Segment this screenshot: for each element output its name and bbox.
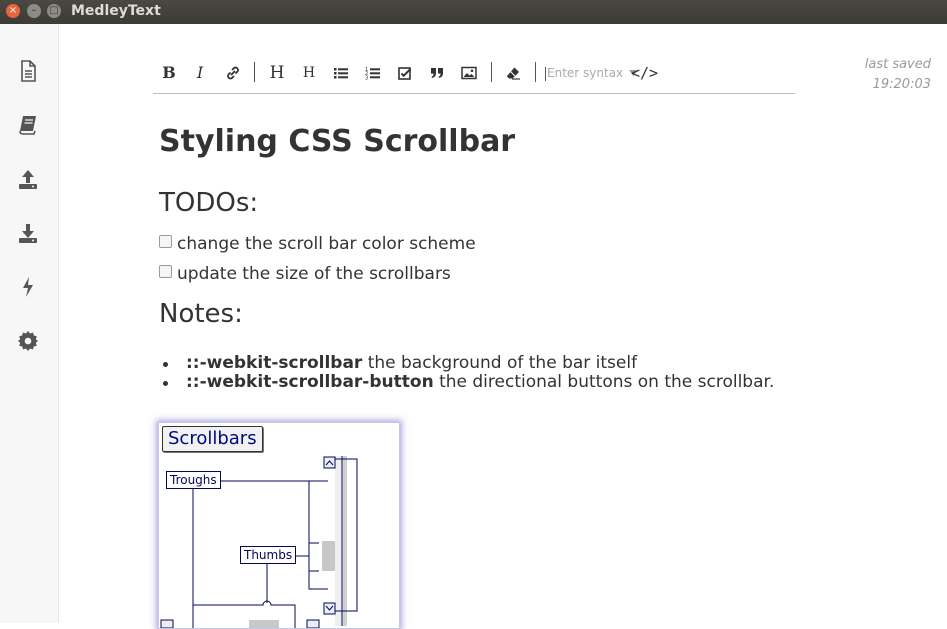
todo-checkbox[interactable] bbox=[159, 235, 172, 248]
scrollbars-diagram-lines bbox=[160, 456, 358, 628]
numbered-list-icon: 123 bbox=[365, 67, 380, 82]
diagram-title: Scrollbars bbox=[162, 426, 263, 452]
document-title: Styling CSS Scrollbar bbox=[159, 124, 516, 159]
image-button[interactable] bbox=[456, 62, 482, 84]
toolbar-divider bbox=[535, 62, 536, 82]
todo-label: update the size of the scrollbars bbox=[177, 264, 451, 284]
notes-list: ::-webkit-scrollbar the background of th… bbox=[159, 354, 774, 392]
quote-icon bbox=[431, 68, 443, 78]
code-block-button[interactable]: </> bbox=[631, 62, 658, 84]
bold-button[interactable]: B bbox=[156, 62, 182, 84]
text-cursor bbox=[545, 66, 546, 81]
bullet-list-icon bbox=[334, 68, 348, 79]
thumbs-label: Thumbs bbox=[240, 546, 297, 564]
window-title: MedleyText bbox=[71, 3, 161, 19]
window-titlebar: × – □ MedleyText bbox=[0, 0, 947, 24]
list-item: ::-webkit-scrollbar-button the direction… bbox=[159, 373, 774, 392]
minimize-window-button[interactable]: – bbox=[27, 4, 41, 18]
todo-item: change the scroll bar color scheme bbox=[159, 233, 476, 255]
notes-heading: Notes: bbox=[159, 299, 243, 329]
link-icon bbox=[227, 66, 239, 80]
save-status-time: 19:20:03 bbox=[872, 77, 931, 92]
troughs-label: Troughs bbox=[166, 471, 221, 489]
note-description: the background of the bar itself bbox=[362, 353, 638, 373]
todo-checkbox[interactable] bbox=[159, 265, 172, 278]
eraser-icon bbox=[506, 67, 520, 80]
save-status: last saved 19:20:03 bbox=[865, 55, 931, 95]
bolt-icon[interactable] bbox=[16, 275, 40, 299]
svg-text:3: 3 bbox=[365, 76, 368, 82]
quote-button[interactable] bbox=[424, 62, 450, 84]
toolbar-divider bbox=[254, 62, 255, 82]
list-item: ::-webkit-scrollbar the background of th… bbox=[159, 354, 774, 373]
numbered-list-button[interactable]: 123 bbox=[360, 62, 386, 84]
note-description: the directional buttons on the scrollbar… bbox=[433, 372, 775, 392]
close-window-button[interactable]: × bbox=[6, 4, 20, 18]
syntax-select[interactable]: Enter syntax bbox=[545, 62, 638, 84]
file-icon[interactable] bbox=[16, 59, 40, 83]
save-status-label: last saved bbox=[864, 57, 931, 72]
bullet-list-button[interactable] bbox=[328, 62, 354, 84]
note-term: ::-webkit-scrollbar-button bbox=[186, 372, 434, 392]
sidebar bbox=[0, 24, 59, 623]
clear-format-button[interactable] bbox=[500, 62, 526, 84]
syntax-placeholder: Enter syntax bbox=[547, 66, 624, 80]
maximize-window-button[interactable]: □ bbox=[47, 4, 61, 18]
scrollbars-diagram-image: Scrollbars Troughs Thumbs bbox=[158, 422, 400, 629]
note-term: ::-webkit-scrollbar bbox=[186, 353, 363, 373]
heading-large-button[interactable]: H bbox=[264, 62, 290, 84]
link-button[interactable] bbox=[220, 62, 246, 84]
book-icon[interactable] bbox=[16, 113, 40, 137]
italic-button[interactable]: I bbox=[187, 62, 213, 84]
editor-toolbar: B I H H 123 Enter syntax </> bbox=[153, 58, 795, 94]
toolbar-divider bbox=[491, 62, 492, 82]
heading-small-button[interactable]: H bbox=[296, 62, 322, 84]
image-icon bbox=[461, 66, 477, 80]
checkbox-icon bbox=[398, 67, 412, 80]
todo-label: change the scroll bar color scheme bbox=[177, 234, 476, 254]
todos-heading: TODOs: bbox=[159, 188, 259, 218]
checklist-button[interactable] bbox=[392, 62, 418, 84]
upload-icon[interactable] bbox=[16, 167, 40, 191]
download-icon[interactable] bbox=[16, 221, 40, 245]
gear-icon[interactable] bbox=[16, 329, 40, 353]
todo-item: update the size of the scrollbars bbox=[159, 263, 451, 285]
